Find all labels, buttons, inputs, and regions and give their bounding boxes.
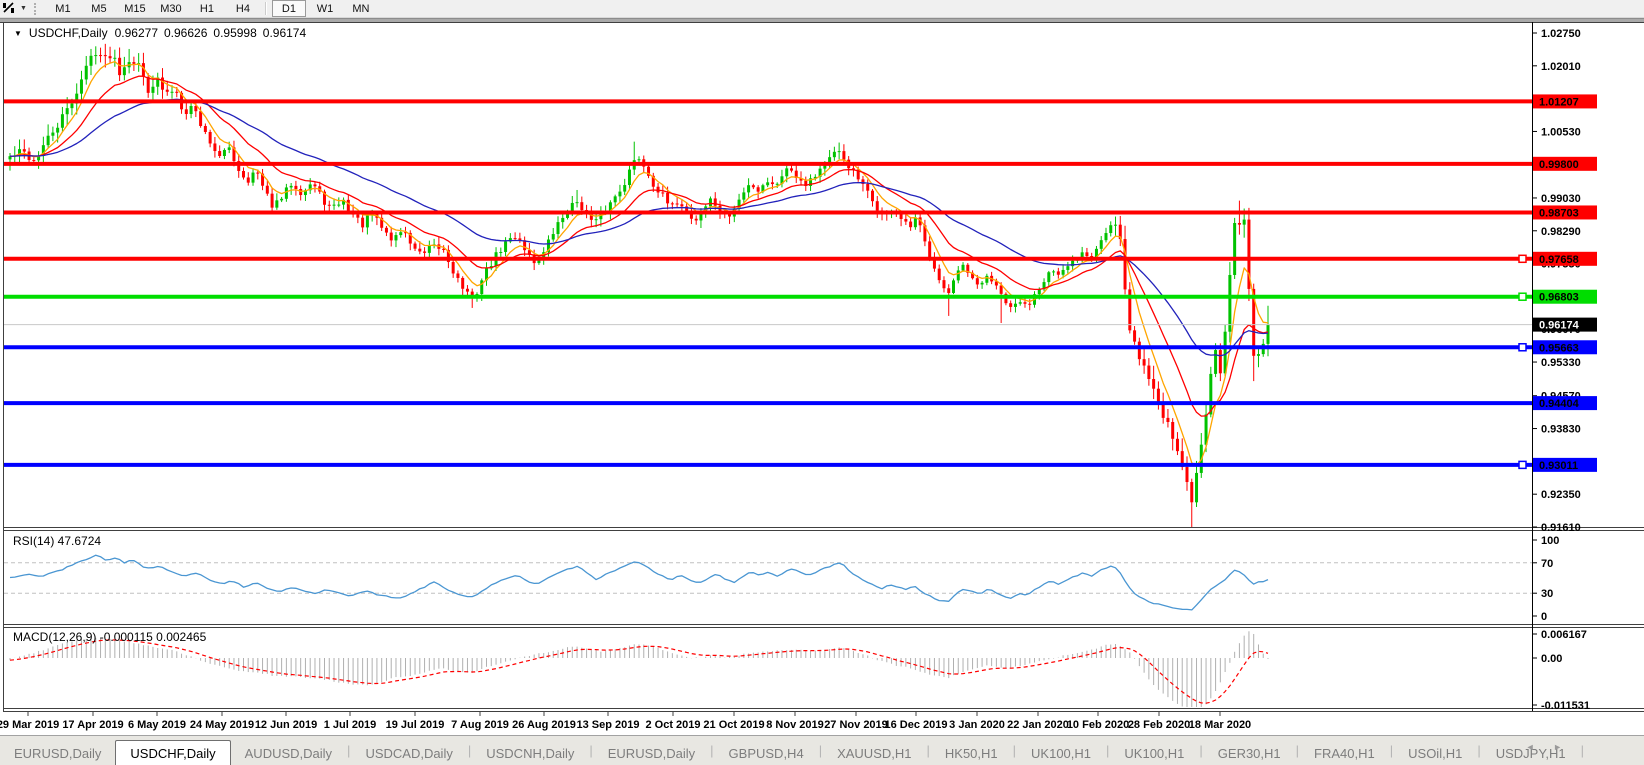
date-axis: 29 Mar 201917 Apr 2019 6 May 2019 24 May 2… xyxy=(0,712,1251,732)
svg-text:29 Mar 2019: 29 Mar 2019 xyxy=(0,719,59,731)
svg-text:-0.011531: -0.011531 xyxy=(1541,700,1590,712)
tab-scroll-right-icon[interactable]: ► xyxy=(1553,742,1570,752)
svg-text:0.92350: 0.92350 xyxy=(1541,489,1581,501)
svg-text:0.93830: 0.93830 xyxy=(1541,424,1581,436)
svg-text:2 Oct 2019: 2 Oct 2019 xyxy=(645,719,700,731)
ohlc-low: 0.95998 xyxy=(213,26,256,40)
svg-text:26 Aug 2019: 26 Aug 2019 xyxy=(512,719,576,731)
symbol-label: USDCHF,Daily xyxy=(29,26,108,40)
svg-text:27 Nov 2019: 27 Nov 2019 xyxy=(824,719,888,731)
svg-text:0.94404: 0.94404 xyxy=(1539,398,1580,410)
chart-title: ▼ USDCHF,Daily 0.96277 0.96626 0.95998 0… xyxy=(14,26,306,40)
svg-text:0.97658: 0.97658 xyxy=(1539,254,1579,266)
svg-text:100: 100 xyxy=(1541,535,1559,547)
svg-text:0.006167: 0.006167 xyxy=(1541,629,1587,641)
svg-text:0: 0 xyxy=(1541,611,1547,623)
svg-text:3 Jan 2020: 3 Jan 2020 xyxy=(949,719,1005,731)
svg-text:0.98290: 0.98290 xyxy=(1541,226,1581,238)
svg-text:30: 30 xyxy=(1541,588,1553,600)
svg-text:19 Jul 2019: 19 Jul 2019 xyxy=(386,719,445,731)
svg-text:0.96174: 0.96174 xyxy=(1539,320,1580,332)
ohlc-high: 0.96626 xyxy=(164,26,207,40)
rsi-indicator-label: RSI(14) 47.6724 xyxy=(13,534,101,548)
svg-text:0.99800: 0.99800 xyxy=(1539,159,1579,171)
svg-text:0.91610: 0.91610 xyxy=(1541,522,1581,534)
svg-text:0.99030: 0.99030 xyxy=(1541,193,1581,205)
svg-text:1.02010: 1.02010 xyxy=(1541,61,1581,73)
ma-mid-line xyxy=(10,76,1268,416)
rsi-axis: 100 70 30 0 xyxy=(1532,535,1559,623)
ohlc-open: 0.96277 xyxy=(115,26,158,40)
symbol-caret-icon[interactable]: ▼ xyxy=(14,29,22,38)
ma-slow-line xyxy=(10,99,1268,356)
macd-indicator-label: MACD(12,26,9) -0.000115 0.002465 xyxy=(13,630,206,644)
svg-text:10 Feb 2020: 10 Feb 2020 xyxy=(1067,719,1129,731)
svg-text:1 Jul 2019: 1 Jul 2019 xyxy=(324,719,377,731)
svg-text:70: 70 xyxy=(1541,558,1553,570)
svg-text:6 May 2019: 6 May 2019 xyxy=(128,719,186,731)
svg-text:0.96803: 0.96803 xyxy=(1539,292,1579,304)
svg-text:0.00: 0.00 xyxy=(1541,653,1562,665)
panel-borders xyxy=(0,22,1644,712)
ohlc-close: 0.96174 xyxy=(263,26,306,40)
svg-text:1.01207: 1.01207 xyxy=(1539,96,1579,108)
svg-text:0.93011: 0.93011 xyxy=(1539,460,1578,472)
svg-text:0.98703: 0.98703 xyxy=(1539,207,1579,219)
svg-text:28 Feb 2020: 28 Feb 2020 xyxy=(1128,719,1190,731)
svg-text:1.02750: 1.02750 xyxy=(1541,28,1581,40)
svg-text:8 Nov 2019: 8 Nov 2019 xyxy=(766,719,823,731)
svg-text:12 Jun 2019: 12 Jun 2019 xyxy=(255,719,317,731)
svg-text:22 Jan 2020: 22 Jan 2020 xyxy=(1007,719,1069,731)
price-line-labels: 1.01207 0.99800 0.98703 0.97658 0.96803 0.956… xyxy=(1533,94,1597,471)
svg-text:0.95663: 0.95663 xyxy=(1539,342,1579,354)
svg-text:13 Sep 2019: 13 Sep 2019 xyxy=(577,719,640,731)
rsi-panel xyxy=(4,555,1532,610)
candles-layer xyxy=(9,44,1270,527)
svg-text:18 Mar 2020: 18 Mar 2020 xyxy=(1189,719,1251,731)
svg-text:16 Dec 2019: 16 Dec 2019 xyxy=(885,719,948,731)
svg-text:21 Oct 2019: 21 Oct 2019 xyxy=(703,719,764,731)
svg-text:24 May 2019: 24 May 2019 xyxy=(190,719,254,731)
tab-scroll-left-icon[interactable]: ◄ xyxy=(1526,742,1543,752)
chart-canvas[interactable]: 1.027501.020101.012701.005300.997800.990… xyxy=(0,0,1644,764)
svg-text:0.95330: 0.95330 xyxy=(1541,357,1581,369)
svg-text:1.00530: 1.00530 xyxy=(1541,126,1581,138)
svg-text:7 Aug 2019: 7 Aug 2019 xyxy=(451,719,509,731)
tab-scroll-arrows: ◄ ► xyxy=(1526,742,1570,752)
macd-axis: 0.006167 0.00 -0.011531 xyxy=(1532,629,1590,712)
svg-text:17 Apr 2019: 17 Apr 2019 xyxy=(62,719,123,731)
